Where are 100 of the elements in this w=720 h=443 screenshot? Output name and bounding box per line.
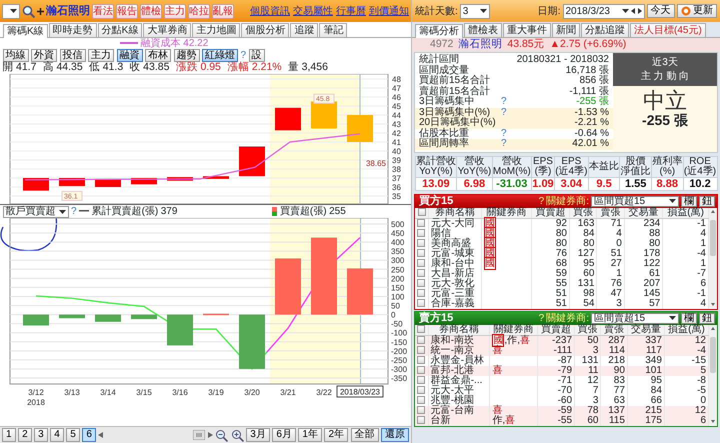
indicator-select[interactable]: 散戶買賣超 [2, 206, 68, 218]
feature-button[interactable]: 報告 [116, 4, 138, 18]
checkbox[interactable] [417, 238, 425, 247]
help-link[interactable]: ? [71, 206, 77, 217]
range-button[interactable]: 全部 [350, 428, 378, 442]
table-button[interactable]: 欄 [681, 312, 697, 324]
metric-label: 營收 MoM(%) [492, 156, 532, 176]
checkbox[interactable] [417, 298, 425, 307]
page-button[interactable]: 1 [2, 428, 16, 442]
checkbox[interactable] [417, 366, 425, 374]
indicator-button[interactable]: 融資 [116, 49, 142, 62]
checkbox[interactable] [417, 278, 425, 287]
refresh-button[interactable]: 更新 [676, 4, 717, 18]
broker-name: 元富-城東 [428, 248, 482, 258]
page-button[interactable]: 4 [50, 428, 64, 442]
indicator-button[interactable]: 主力 [88, 49, 114, 62]
indicator-button[interactable]: 外資 [31, 49, 57, 62]
table-cell: 83 [600, 376, 628, 386]
search-field[interactable] [2, 4, 20, 18]
analysis-tab[interactable]: 重大事件 [503, 23, 551, 37]
indicator-button[interactable]: 趨勢 [174, 49, 200, 62]
broker-name: 大昌-新店 [428, 268, 482, 278]
reset-button[interactable]: 還原 [381, 428, 409, 442]
help-link[interactable]: ? [501, 128, 507, 139]
page-button[interactable]: 2 [18, 428, 32, 442]
chart-tab[interactable]: 籌碼K線 [3, 24, 48, 38]
axis-label: 44 [392, 111, 401, 120]
axis-label: 36 [392, 183, 401, 192]
checkbox[interactable] [417, 288, 425, 297]
filter-select[interactable]: 區間賣超15 [591, 312, 679, 324]
range-button[interactable]: 2年 [324, 428, 348, 442]
checkbox[interactable] [417, 248, 425, 257]
header-link[interactable]: 行事曆 [336, 6, 366, 16]
candlestick [167, 177, 193, 181]
table-cell: 84 [627, 386, 664, 396]
header-link[interactable]: 到價通知 [369, 6, 409, 16]
chart-tab[interactable]: 筆記 [319, 23, 348, 37]
axis-label: 500 [391, 220, 404, 229]
stat-value: 856 張 [580, 76, 609, 86]
chart-tab[interactable]: 分點K線 [98, 23, 142, 37]
page-button[interactable]: 6 [82, 428, 96, 442]
axis-label: -150 [391, 338, 408, 347]
axis-label: 400 [391, 238, 404, 248]
analysis-tab[interactable]: 籌碼分析 [415, 24, 463, 38]
analysis-tab[interactable]: 新聞 [552, 23, 580, 37]
analysis-tab[interactable]: 體檢表 [464, 23, 502, 37]
days-select[interactable]: 3 [460, 4, 490, 18]
bar [167, 314, 193, 346]
chart-tab[interactable]: 即時走勢 [48, 23, 97, 37]
help-link[interactable]: ? [501, 97, 507, 108]
axis-label: 150 [391, 283, 404, 292]
indicator-button[interactable]: 紅綠燈 [202, 49, 238, 62]
chart-tab[interactable]: 大單券商 [143, 23, 192, 37]
analysis-tab[interactable]: 法人目標(45元) [630, 23, 706, 37]
help-link[interactable]: ? [538, 196, 544, 206]
metric-value: 10.2 [683, 177, 717, 190]
today-button[interactable]: 今天 [646, 4, 674, 18]
checkbox[interactable] [417, 396, 425, 404]
help-link[interactable]: ? [501, 108, 507, 118]
page-button[interactable]: 5 [66, 428, 80, 442]
checkbox[interactable] [417, 228, 425, 237]
feature-button[interactable]: 主力 [164, 4, 186, 18]
feature-button[interactable]: 看法 [92, 4, 114, 18]
scroll-left-icon [98, 432, 104, 438]
filter-select[interactable]: 區間買超15 [591, 196, 679, 206]
header-link[interactable]: 交易屬性 [293, 6, 333, 16]
checkbox[interactable] [417, 406, 425, 414]
date-field[interactable]: 2018/3/23 [562, 4, 644, 18]
feature-button[interactable]: 體檢 [140, 4, 162, 18]
analysis-tab[interactable]: 分點追蹤 [581, 23, 629, 37]
range-button[interactable]: 6月 [272, 428, 296, 442]
indicator-button[interactable]: 投信 [60, 49, 86, 62]
table-button[interactable]: 鈕 [699, 196, 715, 206]
axis-label: 39 [392, 156, 401, 165]
range-button[interactable]: 1年 [298, 428, 322, 442]
feature-button[interactable]: 亂報 [212, 4, 234, 18]
checkbox[interactable] [417, 268, 425, 277]
chart-tab[interactable]: 追蹤 [290, 23, 318, 37]
table-button[interactable]: 欄 [681, 196, 697, 206]
settings-button[interactable]: 設 [248, 49, 265, 62]
chart-tab[interactable]: 主力地圖 [192, 23, 240, 37]
table-cell: 4 [596, 228, 624, 238]
axis-label: 250 [391, 265, 404, 274]
table-cell: 12 [574, 376, 601, 386]
caret-icon [58, 208, 66, 214]
days-label: 統計天數: [415, 6, 458, 16]
page-button[interactable]: 3 [34, 428, 48, 442]
range-button[interactable]: 3月 [246, 428, 270, 442]
chart-tab[interactable]: 個股分析 [241, 23, 290, 37]
indicator-button[interactable]: 布林 [145, 49, 171, 62]
checkbox[interactable] [417, 386, 425, 394]
indicator-button[interactable]: 均線 [2, 49, 28, 62]
help-link[interactable]: ? [501, 139, 507, 150]
help-link[interactable]: ? [240, 50, 246, 61]
table-button[interactable]: 鈕 [699, 312, 715, 324]
feature-button[interactable]: 哈拉 [188, 4, 210, 18]
checkbox[interactable] [417, 258, 425, 267]
header-link[interactable]: 個股資訊 [250, 6, 290, 16]
table-cell: 101 [627, 366, 664, 376]
axis-label: 41 [392, 138, 401, 147]
